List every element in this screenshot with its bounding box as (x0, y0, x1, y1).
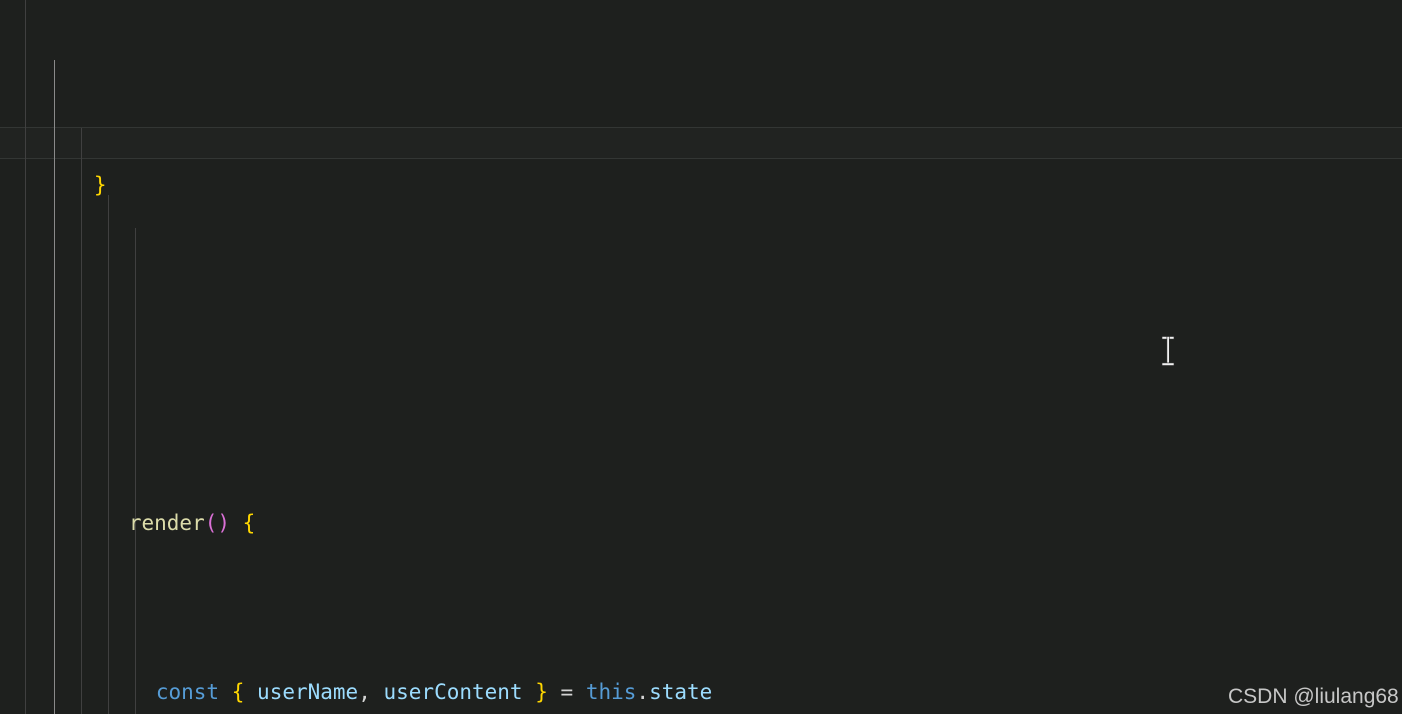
token-brace: { (242, 510, 256, 535)
token-dot: . (636, 679, 650, 704)
csdn-watermark: CSDN @liulang68 (1228, 685, 1399, 708)
token-this-kw: this (585, 679, 637, 704)
token-usercontent-var: userContent (383, 679, 523, 704)
token-brace: } (93, 172, 107, 197)
code-editor-viewport[interactable]: } render() { const { userName, userConte… (0, 0, 1402, 714)
token-comma: , (358, 679, 384, 704)
token-const-kw: const (155, 679, 220, 704)
token-brace-close: } (535, 679, 548, 704)
token-equals: = (547, 679, 586, 704)
code-line[interactable] (0, 304, 1248, 338)
token-username-var: userName (257, 679, 359, 704)
code-line-destructure[interactable]: const { userName, userContent } = this.s… (0, 642, 1248, 704)
token-brace-open: { (231, 679, 245, 704)
token-state-prop: state (649, 679, 713, 704)
code-content[interactable]: } render() { const { userName, userConte… (0, 0, 1248, 714)
token-paren: () (204, 510, 231, 535)
code-line-render[interactable]: render() { (0, 473, 1248, 535)
token-render-fn: render (128, 510, 205, 535)
code-line[interactable]: } (0, 135, 1248, 197)
